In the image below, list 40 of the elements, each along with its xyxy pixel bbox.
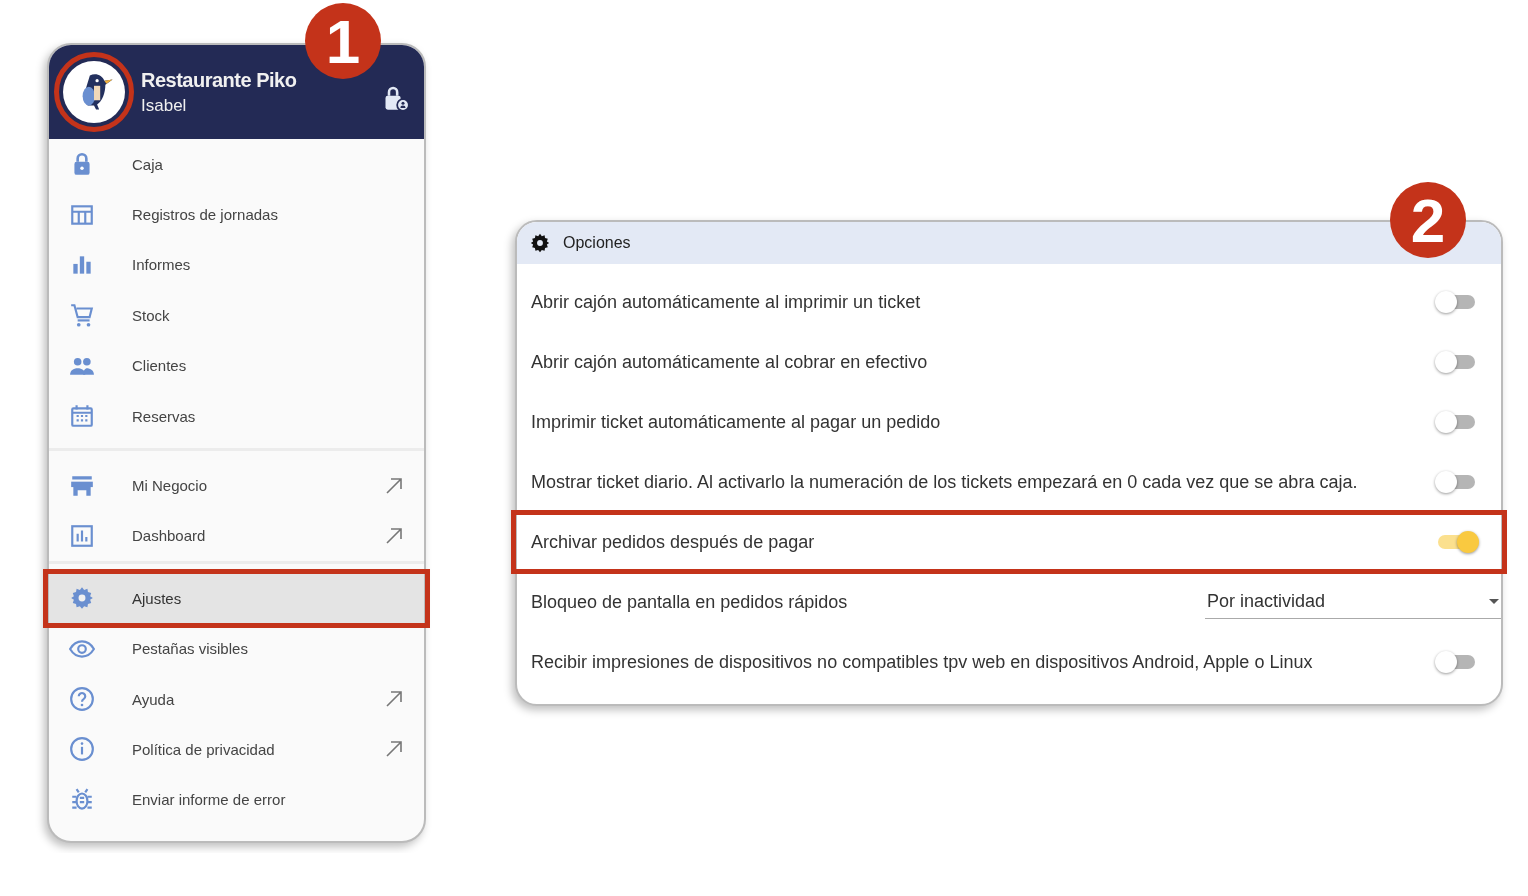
menu-item[interactable]: Ayuda [49, 673, 424, 725]
option-label: Abrir cajón automáticamente al imprimir un ticket [531, 290, 921, 314]
user-name: Isabel [141, 95, 188, 116]
settings-icon [529, 232, 551, 254]
menu-item[interactable]: Reservas [49, 390, 424, 442]
toggle-switch[interactable] [1435, 650, 1475, 674]
option-label: Bloqueo de pantalla en pedidos rápidos [531, 590, 848, 614]
menu-item[interactable]: Stock [49, 290, 424, 341]
bug-icon [69, 786, 95, 813]
step-badge: 1 [305, 3, 381, 79]
panel-title: Opciones [563, 234, 631, 252]
menu-item[interactable]: Registros de jornadas [49, 189, 424, 240]
menu-item[interactable]: Caja [49, 139, 424, 190]
option-label: Imprimir ticket automáticamente al pagar un pedido [531, 410, 941, 434]
restaurant-name: Restaurante Piko [141, 68, 298, 92]
menu-item[interactable]: Política de privacidad [49, 724, 424, 775]
option-label: Abrir cajón automáticamente al cobrar en efectivo [531, 350, 928, 374]
info-icon [69, 736, 95, 763]
menu-item[interactable]: Ajustes [49, 573, 424, 624]
bird-logo [63, 61, 125, 123]
menu-item[interactable]: Informes [49, 239, 424, 291]
dropdown-field[interactable]: Por inactividad [1205, 585, 1501, 619]
menu-item[interactable]: Mi Negocio [49, 460, 424, 511]
option-label: Archivar pedidos después de pagar [531, 530, 815, 554]
step-badge: 2 [1390, 182, 1466, 258]
chart-panel-icon [69, 522, 95, 549]
caret-icon [1489, 599, 1499, 604]
menu-item[interactable]: Pestañas visibles [49, 623, 424, 674]
menu-item[interactable]: Clientes [49, 340, 424, 391]
toggle-switch[interactable] [1435, 470, 1475, 494]
option-label: Mostrar ticket diario. Al activarlo la numeración de los tickets empezará en 0 cada vez que se abra caja. [531, 470, 1358, 494]
cart-icon [69, 302, 95, 329]
option-label: Recibir impresiones de dispositivos no compatibles tpv web en dispositivos Android, Apple o Linux [531, 650, 1313, 674]
calendar-icon [69, 403, 95, 430]
toggle-switch[interactable] [1435, 350, 1475, 374]
toggle-switch[interactable] [1435, 290, 1475, 314]
menu-item[interactable]: Enviar informe de error [49, 774, 424, 826]
menu-item[interactable]: Dashboard [49, 510, 424, 562]
toggle-switch[interactable] [1435, 410, 1475, 434]
help-icon [69, 686, 95, 713]
